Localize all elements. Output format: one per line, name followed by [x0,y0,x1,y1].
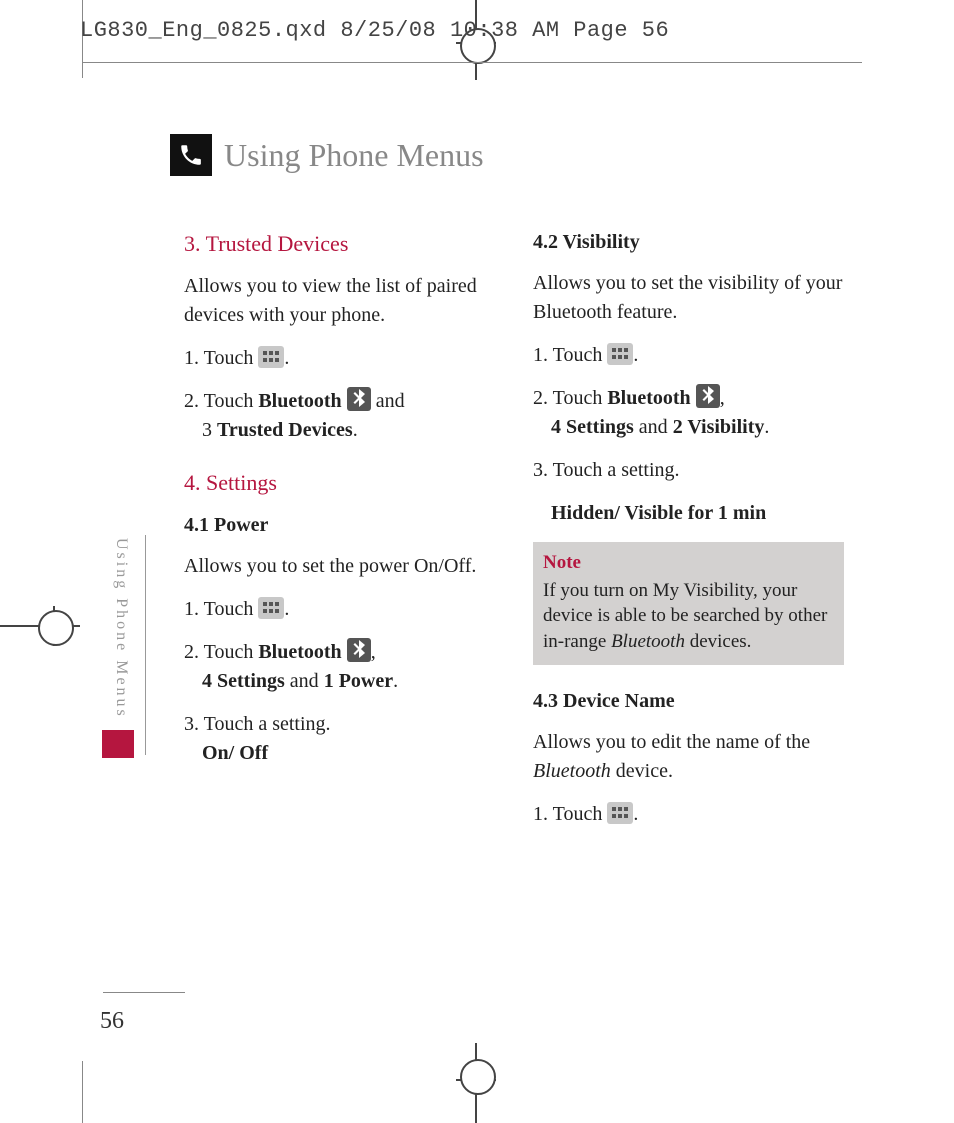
heading-settings: 4. Settings [184,467,495,499]
setting-options: Hidden/ Visible for 1 min [533,499,844,528]
menu-grid-icon [258,346,284,368]
step: 1. Touch . [533,800,844,829]
prepress-header: LG830_Eng_0825.qxd 8/25/08 10:38 AM Page… [80,18,669,43]
heading-power: 4.1 Power [184,511,495,540]
menu-grid-icon [607,343,633,365]
bluetooth-icon [347,638,371,662]
menu-grid-icon [607,802,633,824]
side-rule [145,535,146,755]
step: 2. Touch Bluetooth , 4 Settings and 2 Vi… [533,384,844,442]
trim-line [82,1061,83,1123]
phone-icon [170,134,212,176]
note-box: Note If you turn on My Visibility, your … [533,542,844,665]
trim-line [82,62,862,63]
note-body: If you turn on My Visibility, your devic… [543,578,834,655]
crop-mark [38,610,74,646]
step: 1. Touch . [184,344,495,373]
crop-mark [460,1059,496,1095]
page-number: 56 [100,1008,124,1035]
step: 3. Touch a setting. [533,456,844,485]
content-area: 3. Trusted Devices Allows you to view th… [184,228,844,843]
bluetooth-icon [696,384,720,408]
heading-device-name: 4.3 Device Name [533,687,844,716]
step: 1. Touch . [184,595,495,624]
visibility-desc: Allows you to set the visibility of your… [533,269,844,327]
step: 3. Touch a setting. On/ Off [184,710,495,768]
menu-grid-icon [258,597,284,619]
footer-rule [103,992,185,993]
heading-visibility: 4.2 Visibility [533,228,844,257]
page-title: Using Phone Menus [224,137,484,174]
trusted-devices-desc: Allows you to view the list of paired de… [184,272,495,330]
left-column: 3. Trusted Devices Allows you to view th… [184,228,495,843]
step: 2. Touch Bluetooth , 4 Settings and 1 Po… [184,638,495,696]
step: 2. Touch Bluetooth and 3 Trusted Devices… [184,387,495,445]
step: 1. Touch . [533,341,844,370]
bluetooth-icon [347,387,371,411]
right-column: 4.2 Visibility Allows you to set the vis… [533,228,844,843]
heading-trusted-devices: 3. Trusted Devices [184,228,495,260]
page-title-row: Using Phone Menus [170,134,484,176]
note-title: Note [543,550,834,576]
power-desc: Allows you to set the power On/Off. [184,552,495,581]
side-tab-accent [102,730,134,758]
side-tab-label: Using Phone Menus [112,538,130,719]
device-name-desc: Allows you to edit the name of the Bluet… [533,728,844,786]
